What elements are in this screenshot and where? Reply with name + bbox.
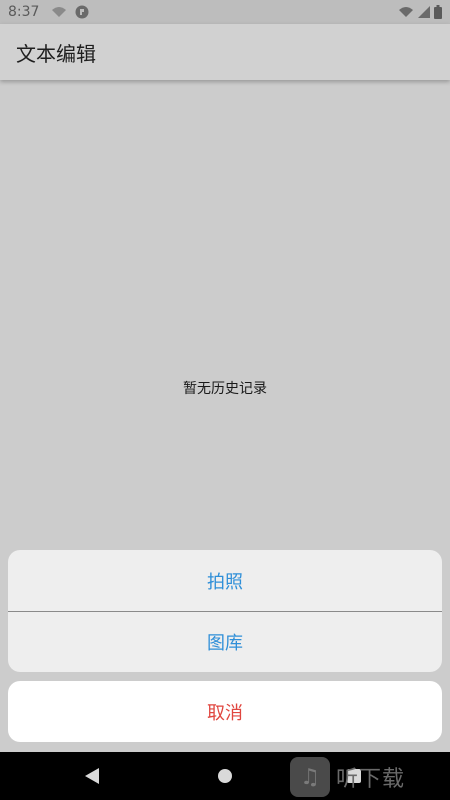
toolbar: 文本编辑 bbox=[0, 24, 450, 80]
watermark: ♫ 听下载 bbox=[290, 757, 405, 797]
wifi-assist-icon bbox=[51, 6, 67, 18]
watermark-text: 听下载 bbox=[336, 767, 406, 792]
signal-icon bbox=[418, 6, 430, 18]
status-right-icons bbox=[398, 5, 442, 19]
status-left-icons bbox=[51, 5, 89, 19]
home-icon[interactable] bbox=[218, 769, 232, 783]
status-bar: 8:37 bbox=[0, 0, 450, 24]
watermark-logo-icon: ♫ bbox=[290, 757, 330, 797]
wifi-icon bbox=[398, 6, 414, 18]
gallery-button[interactable]: 图库 bbox=[8, 612, 442, 672]
empty-history-message: 暂无历史记录 bbox=[183, 381, 267, 397]
cancel-button[interactable]: 取消 bbox=[8, 681, 442, 742]
back-icon[interactable] bbox=[85, 768, 99, 788]
screen: 8:37 文本编辑 暂无历史记录 拍照 图库 取消 ♫ 听下载 bbox=[0, 0, 450, 800]
action-sheet-options: 拍照 图库 bbox=[8, 550, 442, 672]
app-notification-icon bbox=[75, 5, 89, 19]
page-title: 文本编辑 bbox=[16, 41, 96, 66]
take-photo-button[interactable]: 拍照 bbox=[8, 550, 442, 611]
battery-icon bbox=[434, 5, 442, 19]
status-time: 8:37 bbox=[8, 4, 40, 20]
